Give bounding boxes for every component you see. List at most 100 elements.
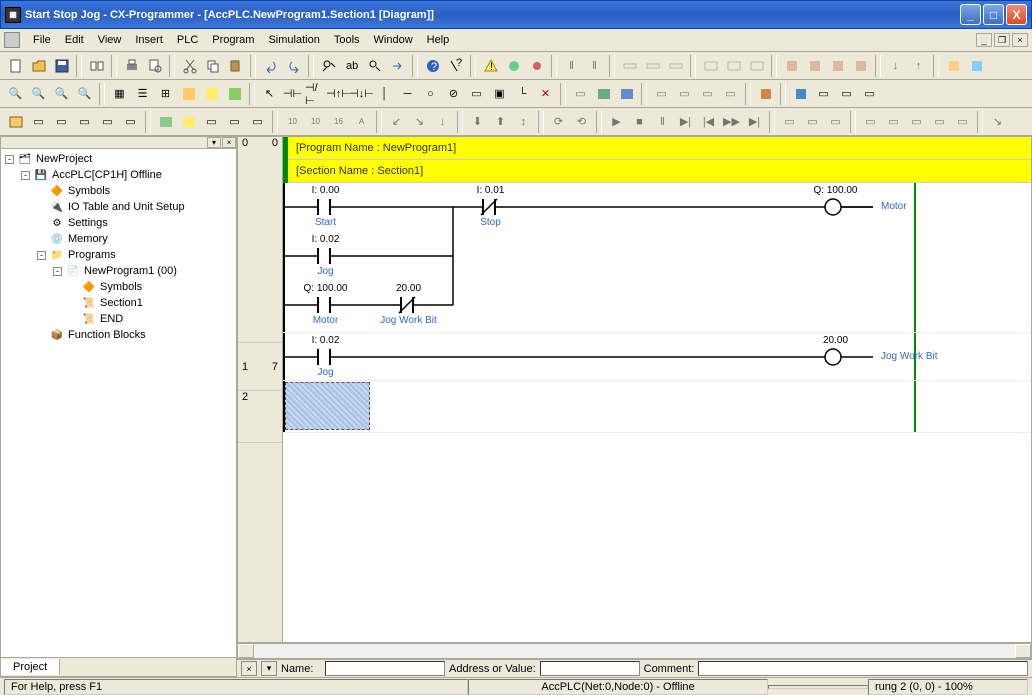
mdi-minimize-button[interactable]: _ xyxy=(976,33,992,47)
find-next-button[interactable] xyxy=(363,55,386,77)
rung-2[interactable] xyxy=(283,381,1031,433)
horizontal-line-button[interactable]: ─ xyxy=(396,83,419,105)
scroll-left-button[interactable] xyxy=(238,644,254,658)
copy-button[interactable] xyxy=(201,55,224,77)
tree-symbols[interactable]: Symbols xyxy=(68,185,110,197)
menu-view[interactable]: View xyxy=(91,32,129,48)
zoom-fit-button[interactable]: 🔍 xyxy=(50,83,73,105)
menu-help[interactable]: Help xyxy=(420,32,457,48)
mdi-close-button[interactable]: × xyxy=(1012,33,1028,47)
mdi-restore-button[interactable]: ❐ xyxy=(994,33,1010,47)
contact-no-button[interactable]: ⊣⊢ xyxy=(281,83,304,105)
coil-button[interactable]: ○ xyxy=(419,83,442,105)
fb-instance-button[interactable]: ▣ xyxy=(488,83,511,105)
select-tool-button[interactable]: ↖ xyxy=(258,83,281,105)
print-preview-button[interactable] xyxy=(143,55,166,77)
view-btn-7[interactable] xyxy=(154,111,177,133)
zoom-reset-button[interactable]: 🔍 xyxy=(73,83,96,105)
ladder-scrollbar[interactable] xyxy=(237,643,1032,659)
print-button[interactable] xyxy=(120,55,143,77)
grid-btn-1[interactable]: ▦ xyxy=(108,83,131,105)
cut-button[interactable] xyxy=(178,55,201,77)
detail-dropdown-button[interactable]: ▾ xyxy=(261,661,277,676)
warning-button[interactable]: ! xyxy=(479,55,502,77)
sidebar-dropdown-button[interactable]: ▾ xyxy=(207,137,221,148)
tree-toggle-plc[interactable]: - xyxy=(21,171,30,180)
scroll-track[interactable] xyxy=(254,644,1015,658)
tree-toggle-programs[interactable]: - xyxy=(37,251,46,260)
instruction-button[interactable]: ▭ xyxy=(465,83,488,105)
simulation-button[interactable] xyxy=(502,55,525,77)
view-btn-11[interactable]: ▭ xyxy=(246,111,269,133)
view-btn-6[interactable]: ▭ xyxy=(119,111,142,133)
view-btn-3[interactable]: ▭ xyxy=(50,111,73,133)
close-button[interactable]: X xyxy=(1006,4,1027,25)
p8[interactable] xyxy=(754,83,777,105)
scroll-right-button[interactable] xyxy=(1015,644,1031,658)
menu-window[interactable]: Window xyxy=(367,32,420,48)
tree-iotable[interactable]: IO Table and Unit Setup xyxy=(68,201,185,213)
p10[interactable]: ▭ xyxy=(812,83,835,105)
contact-fall-button[interactable]: ⊣↓⊢ xyxy=(350,83,373,105)
find-button[interactable] xyxy=(317,55,340,77)
menu-tools[interactable]: Tools xyxy=(327,32,367,48)
tree-end[interactable]: END xyxy=(100,313,123,325)
view-btn-5[interactable]: ▭ xyxy=(96,111,119,133)
sidebar-close-button[interactable]: × xyxy=(222,137,236,148)
tree-toggle-newprogram[interactable]: - xyxy=(53,267,62,276)
menu-edit[interactable]: Edit xyxy=(58,32,91,48)
menu-program[interactable]: Program xyxy=(205,32,261,48)
view-btn-4[interactable]: ▭ xyxy=(73,111,96,133)
vertical-line-button[interactable]: │ xyxy=(373,83,396,105)
menu-simulation[interactable]: Simulation xyxy=(261,32,326,48)
replace-button[interactable]: ab xyxy=(340,55,363,77)
grid-btn-5[interactable] xyxy=(200,83,223,105)
detail-close-button[interactable]: × xyxy=(241,661,257,676)
contact-rise-button[interactable]: ⊣↑⊢ xyxy=(327,83,350,105)
p3[interactable] xyxy=(615,83,638,105)
open-button[interactable] xyxy=(27,55,50,77)
menu-insert[interactable]: Insert xyxy=(128,32,170,48)
minimize-button[interactable]: _ xyxy=(960,4,981,25)
menu-file[interactable]: File xyxy=(26,32,58,48)
ladder-canvas[interactable]: [Program Name : NewProgram1] [Section Na… xyxy=(283,137,1031,642)
paste-button[interactable] xyxy=(224,55,247,77)
comment-field[interactable] xyxy=(698,661,1028,676)
tree-root[interactable]: NewProject xyxy=(36,153,92,165)
p2[interactable] xyxy=(592,83,615,105)
goto-button[interactable] xyxy=(386,55,409,77)
view-btn-9[interactable]: ▭ xyxy=(200,111,223,133)
tree-programs[interactable]: Programs xyxy=(68,249,116,261)
grid-btn-4[interactable] xyxy=(177,83,200,105)
selected-cell[interactable] xyxy=(285,382,370,430)
corner-button[interactable]: └ xyxy=(511,83,534,105)
grid-btn-6[interactable] xyxy=(223,83,246,105)
tab-project[interactable]: Project xyxy=(1,659,60,675)
project-tree[interactable]: - 🗂 NewProject - 💾 AccPLC[CP1H] Offline … xyxy=(1,149,236,657)
tree-section1[interactable]: Section1 xyxy=(100,297,143,309)
tree-plc[interactable]: AccPLC[CP1H] Offline xyxy=(52,169,162,181)
redo-button[interactable] xyxy=(282,55,305,77)
compare-button[interactable] xyxy=(85,55,108,77)
maximize-button[interactable]: □ xyxy=(983,4,1004,25)
tree-newprogram[interactable]: NewProgram1 (00) xyxy=(84,265,177,277)
addr-field[interactable] xyxy=(540,661,640,676)
new-button[interactable] xyxy=(4,55,27,77)
p9[interactable] xyxy=(789,83,812,105)
delete-line-button[interactable]: ✕ xyxy=(534,83,557,105)
save-button[interactable] xyxy=(50,55,73,77)
rung-1[interactable]: I: 0.02 Jog 20.00 Jog Work Bit xyxy=(283,333,1031,381)
coil-neg-button[interactable]: ⊘ xyxy=(442,83,465,105)
view-btn-8[interactable] xyxy=(177,111,200,133)
help-button[interactable]: ? xyxy=(421,55,444,77)
rung-0[interactable]: I: 0.00 Start I: 0.01 Stop Q: 100.00 Mot… xyxy=(283,183,1031,333)
zoom-in-button[interactable]: 🔍 xyxy=(4,83,27,105)
grid-btn-3[interactable]: ⊞ xyxy=(154,83,177,105)
grid-btn-2[interactable]: ☰ xyxy=(131,83,154,105)
undo-button[interactable] xyxy=(259,55,282,77)
view-btn-1[interactable] xyxy=(4,111,27,133)
view-btn-2[interactable]: ▭ xyxy=(27,111,50,133)
p12[interactable]: ▭ xyxy=(858,83,881,105)
fb-btn-1[interactable] xyxy=(942,55,965,77)
view-btn-10[interactable]: ▭ xyxy=(223,111,246,133)
